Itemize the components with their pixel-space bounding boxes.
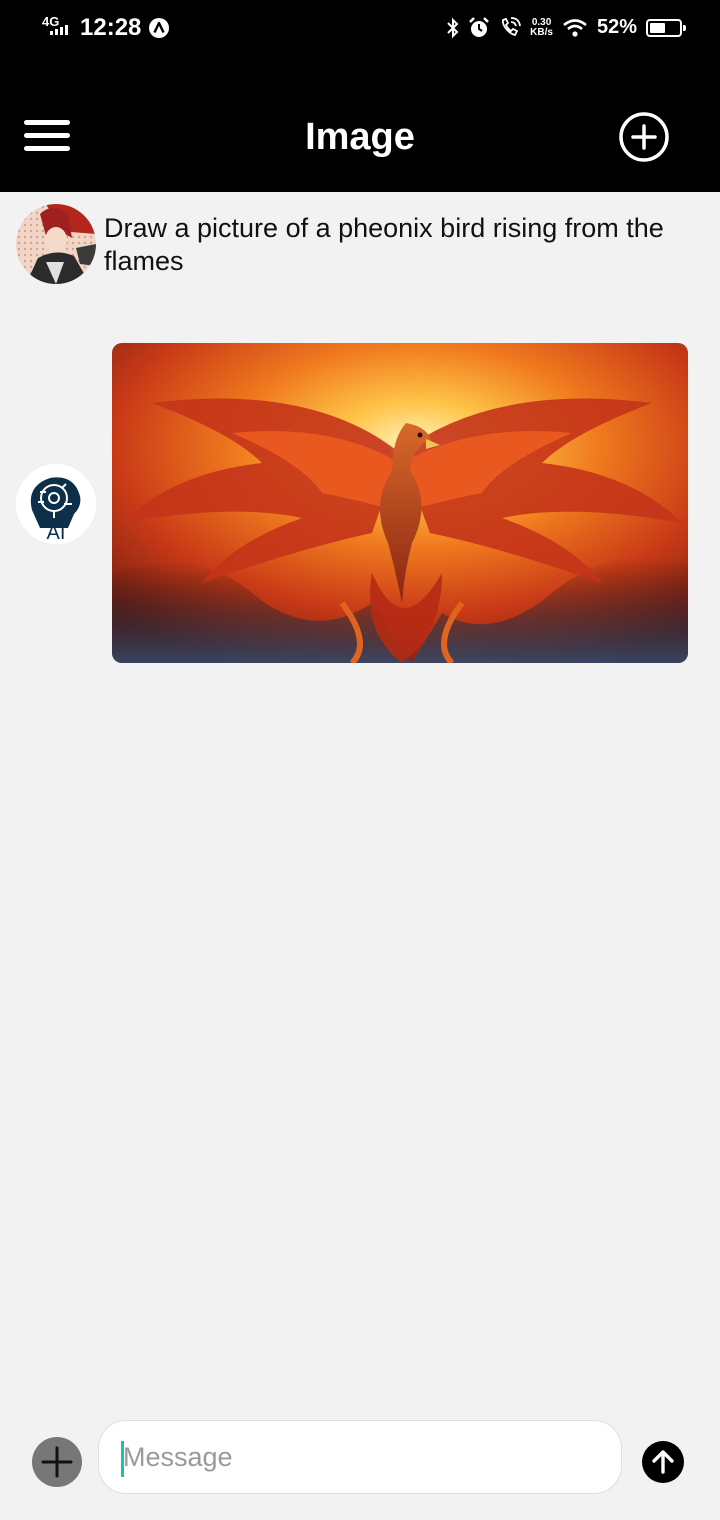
ai-avatar: AI [16, 464, 96, 544]
message-input[interactable] [121, 1421, 605, 1493]
status-right: 0.30 KB/s 52% [447, 16, 686, 39]
wifi-calling-icon [502, 16, 522, 36]
status-left: 4G 12:28 [40, 14, 170, 42]
text-caret [121, 1441, 124, 1477]
alarm-icon [469, 16, 490, 37]
status-bar: 4G 12:28 0.30 KB/s 52% [0, 0, 720, 60]
plus-icon[interactable] [32, 1437, 82, 1487]
page-title: Image [305, 116, 415, 158]
bluetooth-icon [447, 17, 459, 38]
app-header: Image [0, 60, 720, 192]
wifi-icon [563, 18, 587, 37]
signal-icon: 4G [40, 15, 74, 41]
arrow-up-icon[interactable] [642, 1441, 684, 1483]
plus-circle-icon[interactable] [618, 111, 670, 163]
user-avatar [16, 204, 96, 284]
ai-avatar-label: AI [47, 522, 66, 544]
message-composer [0, 1405, 720, 1520]
user-message: Draw a picture of a pheonix bird rising … [104, 213, 664, 276]
speed-value: 0.30 [531, 16, 552, 28]
message-input-container[interactable] [98, 1420, 622, 1494]
battery-percent: 52% [596, 16, 637, 38]
battery-icon [646, 18, 686, 37]
phoenix-image[interactable] [112, 343, 688, 663]
app-notification-icon [149, 18, 170, 38]
speed-unit: KB/s [530, 26, 553, 38]
network-speed: 0.30 KB/s [530, 16, 553, 38]
status-time: 12:28 [80, 14, 142, 41]
